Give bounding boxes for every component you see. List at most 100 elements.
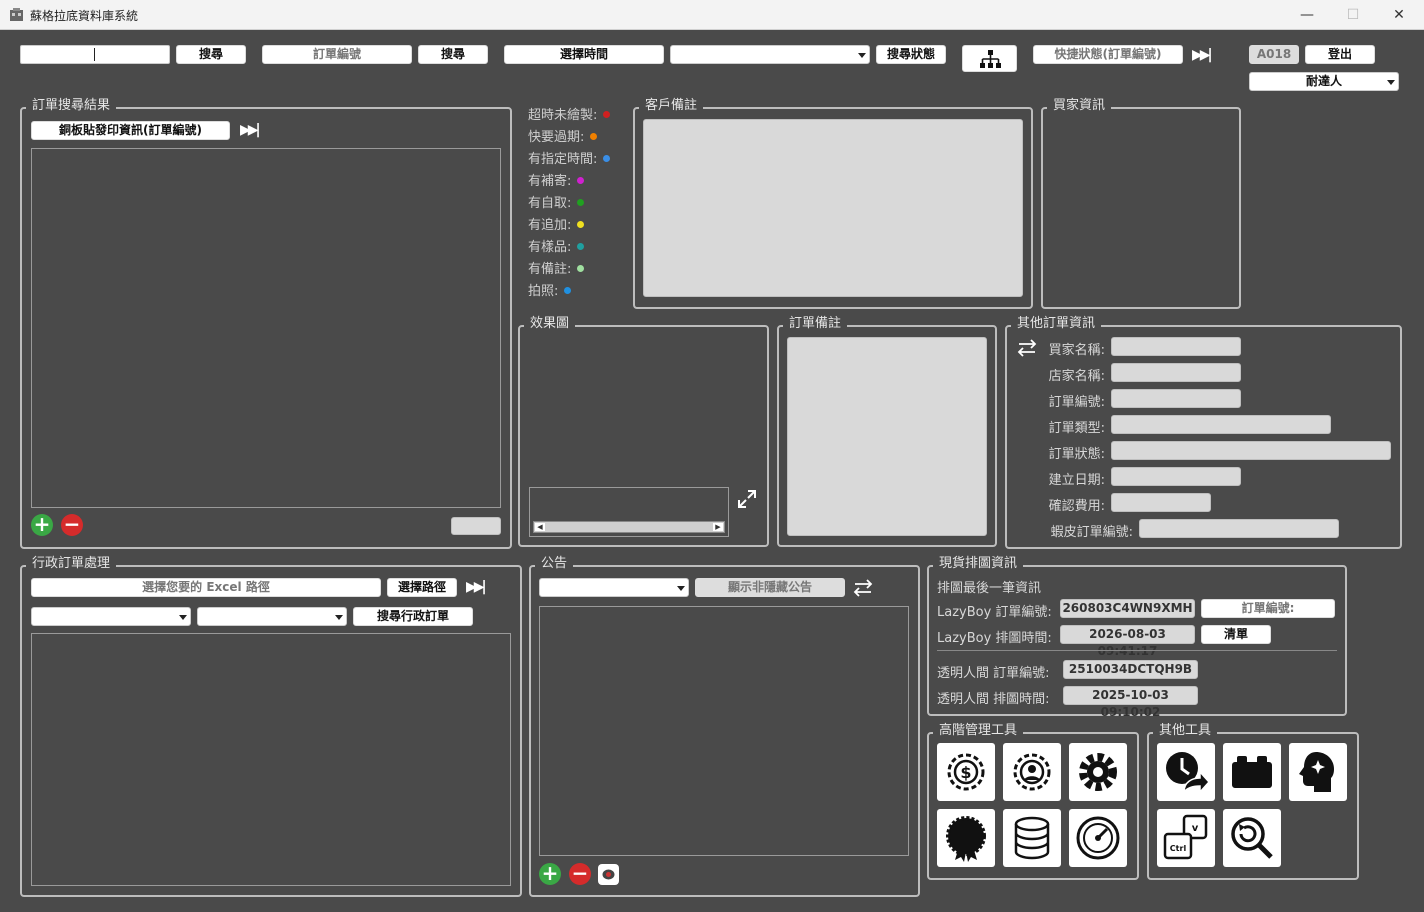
search-input[interactable] — [20, 45, 170, 64]
quick-status-input[interactable]: 快捷狀態(訂單編號) — [1033, 45, 1183, 64]
search-status-button[interactable]: 搜尋狀態 — [876, 45, 946, 64]
billing-settings-tile[interactable]: $ — [937, 743, 995, 801]
legend-dot-icon — [577, 221, 585, 228]
eye-icon — [602, 869, 615, 880]
clear-time-label: 透明人間 排圖時間: — [937, 692, 1050, 707]
gear-icon — [1079, 753, 1117, 791]
clear-time-value: 2025-10-03 09:10:02 — [1063, 686, 1198, 719]
legend-item: 有備註: — [528, 262, 585, 278]
swap-icon[interactable] — [852, 578, 874, 598]
other-order-label: 蝦皮訂單編號: — [1050, 525, 1133, 540]
badge-tile[interactable] — [937, 809, 995, 867]
legend-item: 超時未繪製: — [528, 108, 611, 124]
search-admin-order-button[interactable]: 搜尋行政訂單 — [353, 607, 473, 626]
database-tile[interactable] — [1003, 809, 1061, 867]
admin-select-1[interactable] — [31, 607, 191, 626]
minimize-button[interactable]: — — [1284, 0, 1330, 30]
system-settings-tile[interactable] — [1069, 743, 1127, 801]
remove-icon[interactable]: − — [569, 863, 591, 885]
eye-button[interactable] — [598, 864, 619, 885]
order-results-title: 訂單搜尋結果 — [26, 98, 117, 114]
other-order-field[interactable] — [1139, 519, 1339, 538]
swap-icon[interactable] — [1016, 338, 1038, 358]
customer-note-text[interactable] — [643, 119, 1023, 297]
user-code-badge: A018 — [1249, 45, 1299, 64]
effect-thumbnail-strip[interactable]: ◀ ▶ — [529, 487, 729, 537]
refresh-search-tile[interactable] — [1223, 809, 1281, 867]
legend-dot-icon — [564, 287, 572, 294]
user-gear-icon — [1013, 753, 1051, 791]
user-select[interactable]: 耐達人 — [1249, 72, 1399, 91]
status-select[interactable] — [670, 45, 870, 64]
scroll-right-icon[interactable]: ▶ — [713, 523, 723, 531]
other-order-field[interactable] — [1111, 493, 1211, 512]
legend-label: 有自取: — [528, 196, 572, 211]
scroll-left-icon[interactable]: ◀ — [535, 523, 545, 531]
maximize-button[interactable]: ☐ — [1330, 0, 1376, 30]
lazyboy-order-button[interactable]: 訂單編號: — [1201, 599, 1335, 618]
database-icon — [1014, 816, 1050, 860]
legend-label: 超時未繪製: — [528, 108, 598, 123]
fast-forward-icon[interactable]: ▶▶| — [240, 122, 261, 138]
ai-assistant-tile[interactable] — [1289, 743, 1347, 801]
other-order-field[interactable] — [1111, 337, 1241, 356]
legend-dot-icon — [590, 133, 598, 140]
stock-subtitle: 排圖最後一筆資訊 — [937, 581, 1042, 596]
customer-note-title: 客戶備註 — [639, 98, 704, 114]
clear-list-button[interactable]: 清單 — [1201, 625, 1271, 644]
dollar-gear-icon: $ — [947, 753, 985, 791]
admin-order-title: 行政訂單處理 — [26, 556, 117, 572]
remove-icon[interactable]: − — [61, 514, 83, 536]
legend-dot-icon — [603, 155, 611, 162]
admin-select-2[interactable] — [197, 607, 347, 626]
order-results-list[interactable] — [31, 148, 501, 508]
copper-print-button[interactable]: 銅板貼發印資訊(訂單編號) — [31, 121, 230, 140]
award-badge-icon — [946, 816, 986, 862]
close-button[interactable]: ✕ — [1376, 0, 1422, 30]
org-chart-button[interactable] — [962, 45, 1017, 72]
order-number-input[interactable]: 訂單編號 — [262, 45, 412, 64]
fast-forward-icon[interactable]: ▶▶| — [1192, 47, 1213, 63]
hierarchy-icon — [979, 50, 1001, 68]
add-icon[interactable]: + — [31, 514, 53, 536]
fast-forward-icon[interactable]: ▶▶| — [466, 579, 487, 595]
other-order-field[interactable] — [1111, 441, 1391, 460]
legend-label: 有補寄: — [528, 174, 572, 189]
shortcut-tile[interactable]: v Ctrl — [1157, 809, 1215, 867]
legend-item: 有指定時間: — [528, 152, 611, 168]
excel-path-input[interactable]: 選擇您要的 Excel 路徑 — [31, 578, 381, 597]
add-icon[interactable]: + — [539, 863, 561, 885]
order-note-text[interactable] — [787, 337, 987, 536]
schedule-forward-tile[interactable] — [1157, 743, 1215, 801]
horizontal-scrollbar[interactable]: ◀ ▶ — [533, 521, 725, 533]
other-order-field[interactable] — [1111, 467, 1241, 486]
plugin-tile[interactable] — [1223, 743, 1281, 801]
other-order-label: 訂單類型: — [1048, 421, 1105, 436]
legend-item: 有追加: — [528, 218, 585, 234]
other-order-field[interactable] — [1111, 389, 1241, 408]
logout-button[interactable]: 登出 — [1305, 45, 1375, 64]
search-button[interactable]: 搜尋 — [176, 45, 246, 64]
order-search-button[interactable]: 搜尋 — [418, 45, 488, 64]
legend-dot-icon — [603, 111, 611, 118]
other-order-field[interactable] — [1111, 415, 1331, 434]
choose-path-button[interactable]: 選擇路徑 — [387, 578, 457, 597]
ctrl-v-keys-icon: v Ctrl — [1163, 814, 1208, 860]
svg-text:v: v — [1192, 823, 1199, 834]
svg-text:$: $ — [960, 763, 971, 782]
stock-info-title: 現貨排圖資訊 — [933, 556, 1024, 572]
legend-item: 快要過期: — [528, 130, 598, 146]
legend-dot-icon — [577, 265, 585, 272]
show-hidden-notice-button[interactable]: 顯示非隱藏公告 — [695, 578, 845, 597]
other-order-label: 買家名稱: — [1048, 343, 1105, 358]
select-time-button[interactable]: 選擇時間 — [504, 45, 664, 64]
notice-select[interactable] — [539, 578, 689, 597]
legend-dot-icon — [577, 177, 585, 184]
expand-icon[interactable] — [737, 489, 757, 509]
other-order-field[interactable] — [1111, 363, 1241, 382]
notice-list[interactable] — [539, 606, 909, 856]
legend-item: 有樣品: — [528, 240, 585, 256]
admin-order-list[interactable] — [31, 633, 511, 886]
dashboard-tile[interactable] — [1069, 809, 1127, 867]
user-settings-tile[interactable] — [1003, 743, 1061, 801]
